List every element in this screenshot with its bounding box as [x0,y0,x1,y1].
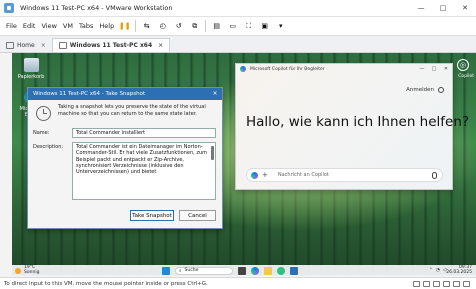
copilot-icon[interactable]: ◎ [457,59,469,71]
taskbar-center: ⌕ Suche [162,266,303,275]
minimize-button[interactable]: — [410,0,432,16]
menu-edit[interactable]: Edit [23,22,36,30]
menu-tabs[interactable]: Tabs [79,22,93,30]
vm-icon [58,42,67,49]
file-explorer-icon[interactable] [264,266,272,275]
copilot-title-bar: Microsoft Copilot für Ihr Begleiter — □ … [236,64,452,74]
cd-drive-icon[interactable] [423,280,430,287]
microphone-icon[interactable] [432,171,437,179]
copilot-desktop-label: Copilot [458,74,474,79]
tray-chevron-icon[interactable]: ⌃ [429,268,433,273]
copilot-window-title: Microsoft Copilot für Ihr Begleiter [250,66,325,72]
menu-file[interactable]: File [6,22,17,30]
copilot-taskbar-icon[interactable] [251,266,259,275]
host-title-bar: Windows 11 Test-PC x64 - VMware Workstat… [0,0,476,17]
weather-condition: Sonnig [24,269,40,275]
snapshot-name-input[interactable]: Total Commander installiert [72,128,216,138]
tab-home[interactable]: Home × [0,38,52,52]
copilot-small-icon [251,171,258,179]
menu-vm[interactable]: VM [63,22,73,30]
device-status-icons [410,280,470,287]
clock-icon [36,106,51,121]
thumbnail-icon[interactable]: ▭ [227,21,238,32]
search-label: Suche [184,268,199,273]
sound-card-icon[interactable] [453,280,460,287]
recycle-bin-desktop-icon[interactable]: Papierkorb [16,58,46,80]
toolbar-separator [205,20,207,32]
network-icon[interactable]: ◔ [436,268,440,273]
dialog-info-text: Taking a snapshot lets you preserve the … [58,104,206,117]
maximize-button[interactable]: □ [432,0,454,16]
library-icon[interactable]: ▤ [211,21,222,32]
status-bar: To direct input to this VM, move the mou… [0,277,476,289]
status-message: To direct input to this VM, move the mou… [4,280,208,287]
tab-home-label: Home [17,41,35,49]
take-snapshot-button[interactable]: Take Snapshot [130,210,174,221]
snapshot-icon[interactable]: ◴ [157,21,168,32]
edge-taskbar-icon[interactable] [277,266,285,275]
tab-vm[interactable]: Windows 11 Test-PC x64 × [51,38,171,52]
taskbar-clock[interactable]: 09:37 26.03.2025 [446,265,472,275]
menu-help[interactable]: Help [99,22,114,30]
network-adapter-icon[interactable] [433,280,440,287]
copilot-minimize-button[interactable]: — [416,66,428,72]
taskbar-search[interactable]: ⌕ Suche [175,266,233,275]
vmware-app-icon [4,3,14,13]
weather-widget[interactable]: 19°C Sonnig [15,265,40,275]
copilot-window: Microsoft Copilot für Ihr Begleiter — □ … [235,63,469,190]
store-icon[interactable] [290,266,298,275]
copilot-window-controls: — □ ✕ [416,66,452,72]
fullscreen-icon[interactable]: ⛶ [243,21,254,32]
clock-date: 26.03.2025 [446,269,472,275]
usb-icon[interactable] [443,280,450,287]
guest-taskbar: 19°C Sonnig ⌕ Suche ⌃ ◔ ◁ 09:37 26.03.20… [12,265,476,276]
hard-disk-icon[interactable] [413,280,420,287]
sign-in-label: Anmelden [406,87,434,93]
close-tab-icon[interactable]: × [158,42,163,49]
menu-view[interactable]: View [41,22,56,30]
send-ctrl-alt-del-icon[interactable]: ⇆ [141,21,152,32]
tab-bar: Home × Windows 11 Test-PC x64 × [0,36,476,53]
add-icon[interactable]: + [262,171,268,179]
copilot-maximize-button[interactable]: □ [428,66,440,72]
copilot-logo-icon [240,66,246,72]
recycle-bin-label: Papierkorb [17,74,45,80]
dialog-title: Windows 11 Test-PC x64 - Take Snapshot [33,91,146,97]
pause-icon[interactable]: ❚❚ [119,21,131,32]
window-title: Windows 11 Test-PC x64 - VMware Workstat… [20,4,173,12]
description-label: Description: [33,144,64,150]
dialog-close-icon[interactable]: ✕ [208,91,222,97]
display-icon[interactable] [463,280,470,287]
toolbar-separator [135,20,137,32]
recycle-bin-icon [23,58,39,72]
close-button[interactable]: ✕ [454,0,476,16]
snapshot-manager-icon[interactable]: ⧉ [189,21,200,32]
search-icon: ⌕ [179,268,182,274]
view-options-icon[interactable]: ▾ [275,21,286,32]
sun-icon [15,267,21,274]
home-icon [6,41,14,49]
task-view-icon[interactable] [238,266,246,275]
description-text: Total Commander ist ein Dateimanager im … [76,144,207,176]
take-snapshot-dialog: Windows 11 Test-PC x64 - Take Snapshot ✕… [27,87,223,229]
copilot-close-button[interactable]: ✕ [440,66,452,72]
unity-icon[interactable]: ▣ [259,21,270,32]
message-placeholder: Nachricht an Copilot [277,172,329,178]
window-controls: — □ ✕ [410,0,476,16]
revert-snapshot-icon[interactable]: ↺ [173,21,184,32]
copilot-greeting: Hallo, wie kann ich Ihnen helfen? [246,114,470,130]
system-tray: ⌃ ◔ ◁ 09:37 26.03.2025 [426,265,472,275]
cancel-button[interactable]: Cancel [179,210,216,221]
description-scrollbar[interactable] [211,146,214,160]
start-icon[interactable] [162,266,170,275]
dialog-title-bar: Windows 11 Test-PC x64 - Take Snapshot ✕ [28,88,222,100]
copilot-message-input[interactable]: + Nachricht an Copilot [246,168,443,182]
sign-in-button[interactable]: Anmelden [406,87,444,93]
person-icon [438,87,444,93]
tab-vm-label: Windows 11 Test-PC x64 [69,42,153,49]
snapshot-description-input[interactable]: Total Commander ist ein Dateimanager im … [72,142,216,200]
close-tab-icon[interactable]: × [41,42,46,49]
name-label: Name: [33,130,50,136]
menu-bar: File Edit View VM Tabs Help ❚❚ ⇆ ◴ ↺ ⧉ ▤… [0,17,476,36]
